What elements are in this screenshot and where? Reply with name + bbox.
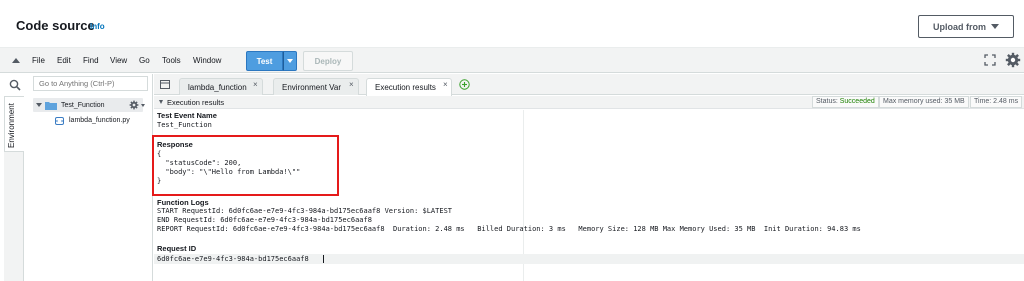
goto-anything-input[interactable] — [33, 76, 148, 91]
chevron-down-icon[interactable] — [141, 104, 145, 107]
log-line: REPORT RequestId: 6d0fc6ae-e7e9-4fc3-984… — [157, 225, 861, 233]
expand-icon[interactable] — [984, 54, 996, 66]
tab-environment-var[interactable]: Environment Var — [273, 78, 359, 95]
tab-lambda-function[interactable]: lambda_function — [179, 78, 263, 95]
upload-from-button[interactable]: Upload from — [918, 15, 1014, 38]
log-line: START RequestId: 6d0fc6ae-e7e9-4fc3-984a… — [157, 207, 453, 215]
folder-icon — [45, 102, 57, 110]
environment-tab-label: Environment — [7, 103, 16, 148]
gear-icon[interactable] — [129, 100, 139, 110]
max-memory-badge: Max memory used: 35 MB — [879, 96, 969, 108]
collapse-icon[interactable] — [12, 58, 20, 63]
menu-window[interactable]: Window — [193, 56, 221, 65]
page-header: Code source Info Upload from — [0, 0, 1024, 44]
status-value: Succeeded — [839, 98, 875, 105]
tab-label: Execution results — [375, 83, 436, 92]
tab-label: lambda_function — [188, 83, 247, 92]
request-id-value: 6d0fc6ae-e7e9-4fc3-984a-bd175ec6aaf8 — [157, 255, 309, 263]
close-icon[interactable]: × — [253, 80, 258, 89]
chevron-down-icon — [991, 24, 999, 29]
add-tab-icon[interactable] — [459, 79, 470, 90]
info-link[interactable]: Info — [90, 22, 105, 31]
collapse-icon[interactable] — [159, 100, 163, 104]
text-cursor — [323, 255, 324, 263]
execution-results-label: Execution results — [167, 98, 225, 107]
tab-label: Environment Var — [282, 83, 341, 92]
request-id-label: Request ID — [157, 244, 197, 253]
tab-list-icon[interactable] — [160, 80, 170, 89]
tab-execution-results[interactable]: Execution results — [366, 78, 452, 96]
log-line: END RequestId: 6d0fc6ae-e7e9-4fc3-984a-b… — [157, 216, 372, 224]
menu-go[interactable]: Go — [139, 56, 150, 65]
tree-file-label[interactable]: lambda_function.py — [69, 117, 130, 124]
ide-menu-bar: File Edit Find View Go Tools Window Test… — [0, 47, 1024, 73]
status-label: Status: — [816, 98, 838, 105]
status-badge: Status: Succeeded — [812, 96, 879, 108]
menu-find[interactable]: Find — [83, 56, 99, 65]
folder-expand-icon[interactable] — [36, 103, 42, 107]
page-title: Code source — [16, 18, 95, 33]
menu-edit[interactable]: Edit — [57, 56, 71, 65]
upload-from-label: Upload from — [933, 21, 986, 32]
test-event-name-value: Test_Function — [157, 121, 212, 129]
menu-tools[interactable]: Tools — [162, 56, 181, 65]
function-logs-label: Function Logs — [157, 198, 209, 207]
deploy-button[interactable]: Deploy — [303, 51, 353, 71]
chevron-down-icon — [287, 59, 293, 63]
file-icon — [55, 117, 64, 125]
test-event-name-label: Test Event Name — [157, 111, 217, 120]
tree-folder-label: Test_Function — [61, 102, 105, 109]
search-icon — [9, 79, 21, 91]
menu-file[interactable]: File — [32, 56, 45, 65]
response-highlight-box — [152, 135, 339, 196]
menu-view[interactable]: View — [110, 56, 127, 65]
test-button[interactable]: Test — [246, 51, 283, 71]
time-badge: Time: 2.48 ms — [970, 96, 1023, 108]
close-icon[interactable]: × — [349, 80, 354, 89]
close-icon[interactable]: × — [443, 80, 448, 89]
test-dropdown-button[interactable] — [283, 51, 297, 71]
gear-icon[interactable] — [1005, 52, 1021, 68]
